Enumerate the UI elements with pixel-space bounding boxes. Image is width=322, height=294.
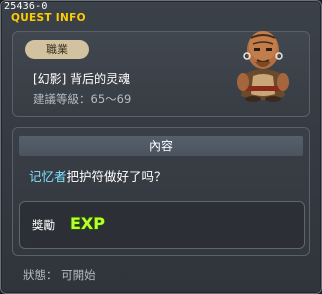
dialogue-text: 把护符做好了吗？ [66, 169, 167, 184]
quest-dialogue: 记忆者把护符做好了吗？ [29, 166, 167, 185]
quest-name: [幻影] 背后的灵魂 [33, 72, 131, 86]
recommended-level: 建議等級：65～69 [33, 92, 132, 106]
content-header: 內容 [19, 136, 303, 156]
quest-info-window: 25436-0 QUEST INFO 職業 [幻影] 背后的灵魂 建議等級：65… [0, 0, 322, 294]
job-badge: 職業 [25, 40, 89, 59]
quest-content-panel: 內容 记忆者把护符做好了吗？ 獎勵 EXP [12, 127, 310, 256]
npc-portrait-icon [237, 31, 289, 102]
quest-summary-panel: 職業 [幻影] 背后的灵魂 建議等級：65～69 [12, 31, 310, 117]
reward-label: 獎勵 [32, 218, 55, 232]
exp-icon: EXP [69, 213, 106, 233]
window-title: QUEST INFO [11, 12, 86, 24]
reward-box: 獎勵 EXP [19, 201, 305, 249]
exp-icon-text: EXP [70, 214, 105, 233]
npc-name: 记忆者 [29, 169, 67, 184]
quest-status: 狀態： 可開始 [23, 268, 96, 282]
quest-id: 25436-0 [4, 1, 48, 12]
